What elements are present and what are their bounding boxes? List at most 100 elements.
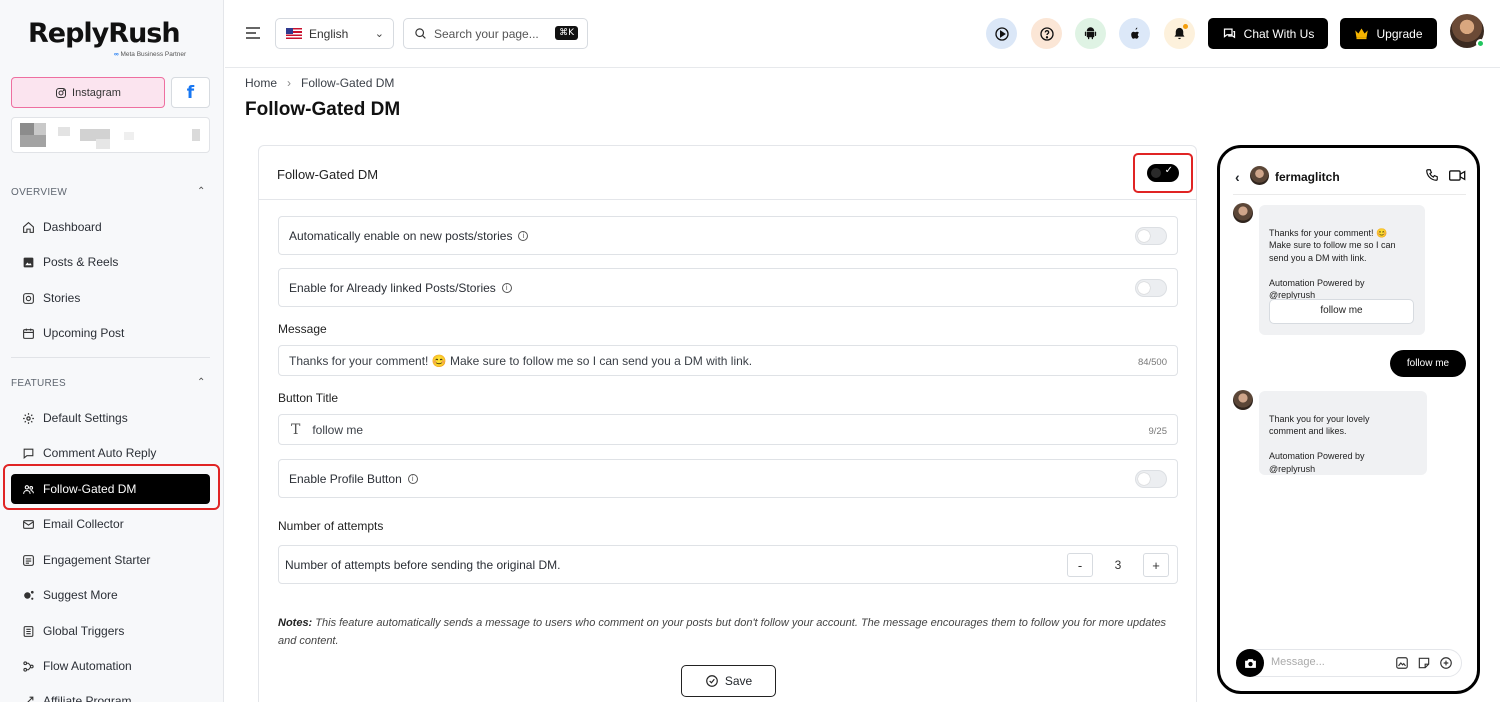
button-title-value: follow me xyxy=(312,422,364,437)
help-button[interactable] xyxy=(1031,18,1062,49)
sidebar-item-label: Affiliate Program xyxy=(43,694,132,702)
sidebar-item-email-collector[interactable]: Email Collector xyxy=(11,509,210,539)
sidebar-item-posts-reels[interactable]: Posts & Reels xyxy=(11,247,210,277)
sidebar-item-label: Posts & Reels xyxy=(43,255,119,269)
notification-dot xyxy=(1183,24,1188,29)
blurred-name xyxy=(96,139,110,149)
button-title-input[interactable]: T follow me 9/25 xyxy=(278,414,1178,445)
sidebar-item-suggest-more[interactable]: Suggest More xyxy=(11,580,210,610)
feature-notes: Notes: This feature automatically sends … xyxy=(278,614,1178,650)
highlight-ring xyxy=(3,464,220,510)
top-bar: English ⌄ ⌘K Chat With Us Upgrade xyxy=(225,0,1500,68)
gear-icon xyxy=(21,411,35,425)
chat-header: ‹ fermaglitch xyxy=(1233,165,1466,195)
instagram-tab[interactable]: Instagram xyxy=(11,77,165,108)
breadcrumb: Home › Follow-Gated DM xyxy=(245,76,394,90)
apple-button[interactable] xyxy=(1119,18,1150,49)
info-icon[interactable]: i xyxy=(407,473,418,484)
blurred-avatar xyxy=(20,123,34,135)
video-icon[interactable] xyxy=(1449,169,1466,182)
message-input[interactable]: Thanks for your comment! 😊 Make sure to … xyxy=(278,345,1178,376)
home-icon xyxy=(21,220,35,234)
android-button[interactable] xyxy=(1075,18,1106,49)
camera-icon[interactable] xyxy=(1236,649,1264,677)
chevron-up-icon[interactable]: ⌃ xyxy=(197,377,205,388)
settings-card: Follow-Gated DM ✓ Automatically enable o… xyxy=(258,145,1197,702)
composer-tools xyxy=(1395,656,1453,670)
brand-logo[interactable]: ReplyRush ∞ Meta Business Partner xyxy=(28,18,186,58)
sidebar-item-affiliate-program[interactable]: Affiliate Program xyxy=(11,686,210,702)
sidebar-item-dashboard[interactable]: Dashboard xyxy=(11,212,210,242)
message-input[interactable] xyxy=(1271,656,1371,668)
blurred-avatar xyxy=(34,123,46,135)
triggers-icon xyxy=(21,624,35,638)
attempts-stepper: - 3 + xyxy=(1067,553,1169,577)
user-avatar[interactable] xyxy=(1450,14,1485,48)
image-icon xyxy=(21,255,35,269)
account-selector[interactable] xyxy=(11,117,210,153)
attempts-value[interactable]: 3 xyxy=(1093,558,1143,572)
message-char-count: 84/500 xyxy=(1137,357,1167,368)
sidebar-item-label: Global Triggers xyxy=(43,624,125,638)
linked-posts-toggle[interactable] xyxy=(1135,279,1167,297)
facebook-tab[interactable]: f xyxy=(171,77,210,108)
play-button[interactable] xyxy=(986,18,1017,49)
chat-with-us-button[interactable]: Chat With Us xyxy=(1208,18,1328,49)
add-circle-icon[interactable] xyxy=(1439,656,1453,670)
search-box[interactable]: ⌘K xyxy=(403,18,588,49)
menu-icon[interactable] xyxy=(245,26,261,40)
chat-icon xyxy=(1223,28,1235,39)
search-input[interactable] xyxy=(434,26,546,41)
incoming-message-text: Thank you for your lovely comment and li… xyxy=(1269,413,1370,474)
increment-button[interactable]: + xyxy=(1143,553,1169,577)
instagram-label: Instagram xyxy=(72,86,121,99)
overview-title: OVERVIEW xyxy=(11,187,68,198)
language-select[interactable]: English ⌄ xyxy=(275,18,394,49)
decrement-button[interactable]: - xyxy=(1067,553,1093,577)
phone-icon[interactable] xyxy=(1425,168,1439,182)
follow-me-dm-label: follow me xyxy=(1320,305,1363,317)
breadcrumb-home[interactable]: Home xyxy=(245,76,277,90)
chevron-up-icon[interactable]: ⌃ xyxy=(197,186,205,197)
help-icon xyxy=(1039,26,1054,41)
message-avatar xyxy=(1233,203,1253,223)
sidebar-item-flow-automation[interactable]: Flow Automation xyxy=(11,651,210,681)
sidebar-item-engagement-starter[interactable]: Engagement Starter xyxy=(11,545,210,575)
blurred-name xyxy=(124,132,134,140)
button-title-char-count: 9/25 xyxy=(1148,426,1168,437)
save-button[interactable]: Save xyxy=(681,665,776,697)
message-label: Message xyxy=(278,322,327,336)
sidebar-item-label: Email Collector xyxy=(43,517,124,531)
notes-prefix: Notes: xyxy=(278,617,313,629)
us-flag-icon xyxy=(286,28,302,39)
card-title: Follow-Gated DM xyxy=(277,167,379,182)
text-icon: T xyxy=(291,421,301,438)
online-status-dot xyxy=(1476,39,1485,48)
back-arrow-icon[interactable]: ‹ xyxy=(1235,169,1240,185)
sidebar-item-upcoming-post[interactable]: Upcoming Post xyxy=(11,318,210,348)
incoming-message: Thanks for your comment! 😊 Make sure to … xyxy=(1259,205,1425,335)
save-label: Save xyxy=(724,674,753,688)
breadcrumb-current: Follow-Gated DM xyxy=(301,76,395,90)
facebook-icon: f xyxy=(186,82,195,103)
sidebar-item-label: Upcoming Post xyxy=(43,326,125,340)
profile-button-toggle[interactable] xyxy=(1135,470,1167,488)
sidebar-item-default-settings[interactable]: Default Settings xyxy=(11,403,210,433)
notifications-button[interactable] xyxy=(1164,18,1195,49)
info-icon[interactable]: i xyxy=(501,282,512,293)
sidebar-item-label: Dashboard xyxy=(43,220,102,234)
info-icon[interactable]: i xyxy=(518,230,529,241)
message-avatar xyxy=(1233,390,1253,410)
sidebar-item-global-triggers[interactable]: Global Triggers xyxy=(11,616,210,646)
sticker-icon[interactable] xyxy=(1417,656,1431,670)
brand-name: ReplyRush xyxy=(28,18,181,49)
upgrade-button[interactable]: Upgrade xyxy=(1340,18,1437,49)
sidebar: ReplyRush ∞ Meta Business Partner Instag… xyxy=(0,0,224,702)
toggle-highlight-ring xyxy=(1133,153,1193,193)
sidebar-item-stories[interactable]: Stories xyxy=(11,283,210,313)
auto-enable-toggle[interactable] xyxy=(1135,227,1167,245)
message-value: Thanks for your comment! 😊 Make sure to … xyxy=(289,353,753,368)
page-title: Follow-Gated DM xyxy=(245,99,401,120)
follow-me-dm-button[interactable]: follow me xyxy=(1269,299,1414,324)
gallery-icon[interactable] xyxy=(1395,656,1409,670)
